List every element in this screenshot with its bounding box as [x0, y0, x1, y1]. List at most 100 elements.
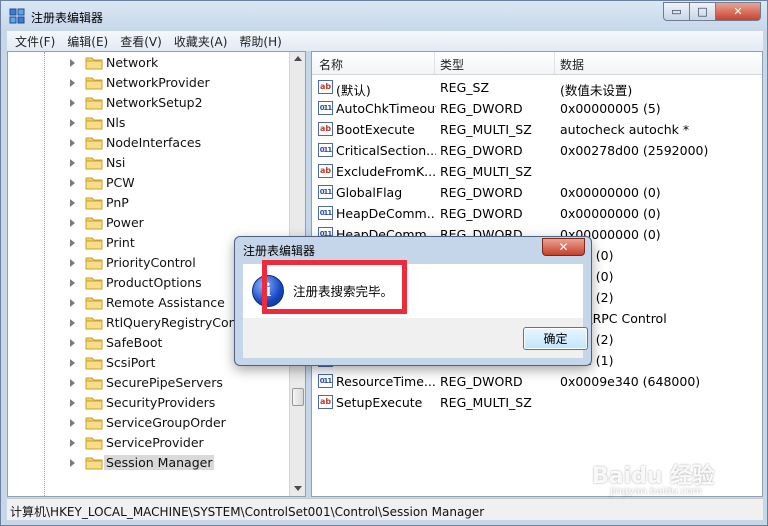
expand-arrow-icon[interactable] — [70, 399, 75, 407]
table-row[interactable]: ab ExcludeFromK... REG_MULTI_SZ — [312, 161, 762, 182]
expand-arrow-icon[interactable] — [70, 439, 75, 447]
binary-value-icon: 011 — [318, 206, 333, 220]
ok-button-label: 确定 — [543, 332, 568, 346]
close-icon: ✕ — [558, 240, 569, 254]
scroll-down-icon[interactable] — [294, 486, 302, 491]
binary-value-icon: 011 — [318, 143, 333, 157]
expand-arrow-icon[interactable] — [70, 159, 75, 167]
column-name-header[interactable]: 名称 — [319, 56, 343, 73]
folder-icon — [85, 116, 103, 130]
dialog-title: 注册表编辑器 — [243, 244, 316, 258]
folder-icon — [85, 456, 103, 470]
tree-item-label: ServiceProvider — [106, 435, 204, 450]
value-type: REG_DWORD — [440, 185, 523, 200]
value-name: AutoChkTimeout — [336, 101, 436, 116]
value-data: 0x00278d00 (2592000) — [560, 143, 709, 158]
tree-guide-line — [44, 52, 45, 496]
expand-arrow-icon[interactable] — [70, 339, 75, 347]
column-data-header[interactable]: 数据 — [560, 56, 584, 73]
expand-arrow-icon[interactable] — [70, 139, 75, 147]
minimize-icon: ▭ — [671, 5, 682, 18]
ok-button[interactable]: 确定 — [523, 327, 588, 350]
expand-arrow-icon[interactable] — [70, 359, 75, 367]
binary-value-icon: 011 — [318, 374, 333, 388]
folder-icon — [85, 436, 103, 450]
column-separator[interactable] — [434, 52, 435, 74]
expand-arrow-icon[interactable] — [70, 99, 75, 107]
dialog-close-button[interactable]: ✕ — [542, 238, 585, 256]
expand-arrow-icon[interactable] — [70, 199, 75, 207]
table-row[interactable]: ab (默认) REG_SZ (数值未设置) — [312, 77, 762, 98]
scroll-thumb[interactable] — [292, 388, 304, 406]
tree-item-label: ScsiPort — [106, 355, 156, 370]
table-row[interactable]: ab BootExecute REG_MULTI_SZ autocheck autoc… — [312, 119, 762, 140]
value-data: 0x0009e340 (648000) — [560, 374, 701, 389]
tree-item-label: PnP — [106, 195, 129, 210]
value-name: (默认) — [336, 83, 371, 98]
value-name: GlobalFlag — [336, 185, 403, 200]
status-bar: 计算机\HKEY_LOCAL_MACHINE\SYSTEM\ControlSet… — [7, 498, 763, 520]
value-name: SetupExecute — [336, 395, 423, 410]
value-type: REG_DWORD — [440, 101, 523, 116]
list-header: 名称 类型 数据 — [312, 52, 762, 75]
menu-favorites[interactable]: 收藏夹(A) — [174, 33, 228, 50]
folder-icon — [85, 216, 103, 230]
expand-arrow-icon[interactable] — [70, 419, 75, 427]
menu-edit[interactable]: 编辑(E) — [67, 33, 108, 50]
expand-arrow-icon[interactable] — [70, 179, 75, 187]
tree-item-label: ServiceGroupOrder — [106, 415, 226, 430]
menu-view[interactable]: 查看(V) — [120, 33, 162, 50]
watermark-url: jingyan.baidu.com — [610, 486, 703, 497]
expand-arrow-icon[interactable] — [70, 79, 75, 87]
window-controls: ▭ □ ✕ — [663, 2, 761, 21]
tree-item-label: SecurePipeServers — [106, 375, 223, 390]
close-icon: ✕ — [733, 5, 743, 18]
table-row[interactable]: 011 AutoChkTimeout REG_DWORD 0x00000005 (5) — [312, 98, 762, 119]
column-type-header[interactable]: 类型 — [440, 56, 464, 73]
minimize-button[interactable]: ▭ — [663, 2, 690, 21]
value-name: HeapDeComm... — [336, 206, 436, 221]
table-row[interactable]: ab SetupExecute REG_MULTI_SZ — [312, 392, 762, 413]
expand-arrow-icon[interactable] — [70, 259, 75, 267]
menu-file[interactable]: 文件(F) — [15, 33, 55, 50]
string-value-icon: ab — [318, 164, 333, 178]
folder-icon — [85, 316, 103, 330]
menu-help[interactable]: 帮助(H) — [239, 33, 281, 50]
expand-arrow-icon[interactable] — [70, 239, 75, 247]
status-path: 计算机\HKEY_LOCAL_MACHINE\SYSTEM\ControlSet… — [10, 505, 485, 519]
close-button[interactable]: ✕ — [716, 2, 761, 21]
tree-item-label: Nls — [106, 115, 126, 130]
binary-value-icon: 011 — [318, 101, 333, 115]
tree-item-label: RtlQueryRegistryConfig — [106, 315, 253, 330]
value-type: REG_DWORD — [440, 374, 523, 389]
table-row[interactable]: 011 CriticalSection... REG_DWORD 0x00278d00… — [312, 140, 762, 161]
expand-arrow-icon[interactable] — [70, 299, 75, 307]
folder-icon — [85, 276, 103, 290]
table-row[interactable]: 011 ResourceTime... REG_DWORD 0x0009e340 (6… — [312, 371, 762, 392]
value-type: REG_DWORD — [440, 206, 523, 221]
table-row[interactable]: 011 HeapDeComm... REG_DWORD 0x00000000 (0) — [312, 203, 762, 224]
expand-arrow-icon[interactable] — [70, 319, 75, 327]
dialog-footer: 确定 — [243, 318, 588, 358]
expand-arrow-icon[interactable] — [70, 279, 75, 287]
scroll-up-icon[interactable] — [294, 56, 302, 61]
folder-icon — [85, 96, 103, 110]
maximize-button[interactable]: □ — [690, 2, 716, 21]
folder-icon — [85, 296, 103, 310]
column-separator[interactable] — [554, 52, 555, 74]
tree-item-label: SafeBoot — [106, 335, 163, 350]
expand-arrow-icon[interactable] — [70, 379, 75, 387]
value-type: REG_SZ — [440, 80, 490, 95]
expand-arrow-icon[interactable] — [70, 59, 75, 67]
folder-icon — [85, 196, 103, 210]
expand-arrow-icon[interactable] — [70, 219, 75, 227]
folder-icon — [85, 156, 103, 170]
expand-arrow-icon[interactable] — [70, 119, 75, 127]
baidu-watermark: Baidu 经验 jingyan.baidu.com — [592, 458, 762, 500]
table-row[interactable]: 011 GlobalFlag REG_DWORD 0x00000000 (0) — [312, 182, 762, 203]
expand-arrow-icon[interactable] — [70, 459, 75, 467]
title-bar[interactable]: 注册表编辑器 ▭ □ ✕ — [1, 1, 767, 31]
string-value-icon: ab — [318, 395, 333, 409]
menu-bar: 文件(F) 编辑(E) 查看(V) 收藏夹(A) 帮助(H) — [7, 31, 763, 51]
tree-item-label: NodeInterfaces — [106, 135, 202, 150]
